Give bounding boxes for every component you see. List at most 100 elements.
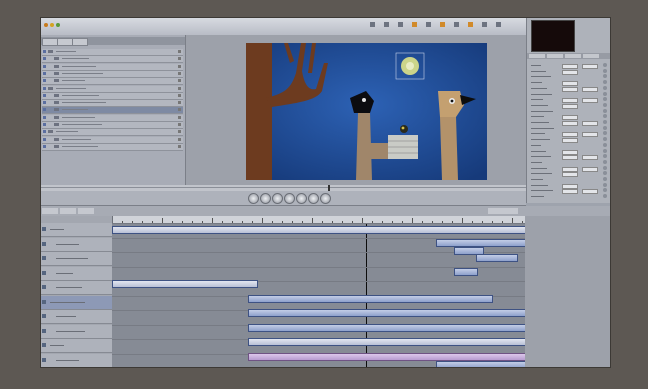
layer-lock-icon[interactable] — [178, 115, 181, 119]
layer-visibility-icon[interactable] — [43, 79, 46, 83]
layer-visibility-icon[interactable] — [43, 71, 46, 75]
layer-visibility-icon[interactable] — [43, 137, 46, 141]
replicator-tool-icon[interactable] — [496, 22, 501, 27]
track-row[interactable] — [40, 266, 112, 281]
layer-row[interactable] — [42, 107, 183, 115]
timeline-search-field[interactable] — [488, 208, 518, 214]
timeline-grid[interactable] — [112, 223, 525, 368]
keyframe-icon[interactable] — [603, 148, 607, 153]
keyframe-icon[interactable] — [603, 182, 607, 187]
layer-row[interactable] — [42, 70, 183, 78]
keyframe-icon[interactable] — [603, 188, 607, 193]
keyframe-icon[interactable] — [603, 177, 607, 181]
timeline-clip[interactable] — [436, 361, 525, 368]
track-enable-icon[interactable] — [42, 256, 46, 260]
layer-lock-icon[interactable] — [178, 137, 181, 141]
layer-visibility-icon[interactable] — [43, 101, 46, 105]
tab-layers[interactable] — [42, 38, 58, 46]
tab-filters[interactable] — [565, 54, 581, 58]
group-row[interactable] — [42, 129, 183, 137]
layer-row[interactable] — [42, 92, 183, 100]
track-enable-icon[interactable] — [42, 285, 46, 289]
timeline-clip[interactable] — [248, 338, 525, 346]
layer-lock-icon[interactable] — [178, 50, 181, 53]
timeline-clip[interactable] — [436, 239, 525, 247]
tab-media[interactable] — [57, 38, 73, 46]
keyframe-icon[interactable] — [603, 74, 607, 79]
track-enable-icon[interactable] — [42, 299, 46, 304]
layer-lock-icon[interactable] — [178, 57, 181, 61]
keyframe-icon[interactable] — [603, 194, 607, 199]
layer-lock-icon[interactable] — [178, 86, 181, 90]
keyframe-icon[interactable] — [603, 137, 607, 142]
track-row[interactable] — [40, 252, 112, 266]
timeline-clip[interactable] — [112, 280, 258, 288]
zoom-icon[interactable] — [56, 23, 60, 27]
track-row[interactable] — [40, 310, 112, 324]
track-enable-icon[interactable] — [42, 328, 46, 333]
go-to-end-icon[interactable] — [308, 193, 319, 204]
track-row[interactable] — [40, 281, 112, 295]
layer-visibility-icon[interactable] — [43, 50, 46, 53]
layer-row[interactable] — [42, 78, 183, 86]
keyframe-icon[interactable] — [603, 154, 607, 159]
keyframe-icon[interactable] — [603, 114, 607, 119]
tab-object[interactable] — [583, 54, 599, 58]
timeline-clip[interactable] — [112, 226, 525, 234]
canvas-frame[interactable] — [246, 43, 487, 180]
layer-row[interactable] — [42, 100, 183, 108]
layer-visibility-icon[interactable] — [43, 108, 46, 112]
pan-tool-icon[interactable] — [384, 22, 389, 27]
group-row[interactable] — [42, 85, 183, 93]
track-enable-icon[interactable] — [42, 270, 46, 275]
keyframe-icon[interactable] — [603, 142, 607, 147]
layer-lock-icon[interactable] — [178, 93, 181, 97]
go-to-start-icon[interactable] — [260, 193, 271, 204]
transport-forward-icon[interactable] — [296, 193, 307, 204]
text-tool-icon[interactable] — [412, 22, 417, 27]
layer-lock-icon[interactable] — [178, 108, 181, 112]
timeline-clip[interactable] — [248, 295, 493, 303]
layer-row[interactable] — [42, 122, 183, 129]
keyframe-icon[interactable] — [603, 131, 607, 136]
layer-row[interactable] — [42, 63, 183, 71]
timeline-clip[interactable] — [454, 268, 478, 276]
timeline-clip[interactable] — [248, 324, 525, 332]
keyframe-icon[interactable] — [603, 102, 607, 107]
keyframe-icon[interactable] — [603, 165, 607, 170]
layer-row[interactable] — [42, 56, 183, 64]
keyframe-icon[interactable] — [603, 125, 607, 130]
keyframe-icon[interactable] — [603, 68, 607, 73]
tab-keyframe-editor[interactable] — [60, 208, 76, 214]
track-enable-icon[interactable] — [42, 227, 46, 231]
tab-timeline[interactable] — [42, 208, 58, 214]
layer-visibility-icon[interactable] — [43, 64, 46, 68]
layer-lock-icon[interactable] — [178, 130, 181, 134]
track-enable-icon[interactable] — [42, 314, 46, 318]
tab-properties[interactable] — [529, 54, 545, 58]
keyframe-icon[interactable] — [603, 63, 607, 67]
layer-lock-icon[interactable] — [178, 64, 181, 68]
tab-audio[interactable] — [72, 38, 88, 46]
layer-lock-icon[interactable] — [178, 144, 181, 148]
transport-play-icon[interactable] — [284, 193, 295, 204]
keyframe-icon[interactable] — [603, 97, 607, 102]
loop-icon[interactable] — [320, 193, 331, 204]
record-icon[interactable] — [248, 193, 259, 204]
timeline-clip[interactable] — [476, 254, 518, 262]
layer-row[interactable] — [42, 143, 183, 151]
track-row[interactable] — [40, 324, 112, 339]
filter-tool-icon[interactable] — [454, 22, 459, 27]
track-row[interactable] — [40, 237, 112, 252]
track-enable-icon[interactable] — [42, 241, 46, 246]
layer-visibility-icon[interactable] — [43, 130, 46, 134]
particle-tool-icon[interactable] — [482, 22, 487, 27]
layer-lock-icon[interactable] — [178, 71, 181, 75]
keyframe-icon[interactable] — [603, 91, 607, 96]
minimize-icon[interactable] — [50, 23, 54, 27]
layer-visibility-icon[interactable] — [43, 115, 46, 119]
layer-visibility-icon[interactable] — [43, 86, 46, 90]
behavior-tool-icon[interactable] — [440, 22, 445, 27]
timeline-clip[interactable] — [248, 309, 525, 317]
shape-tool-icon[interactable] — [398, 22, 403, 27]
